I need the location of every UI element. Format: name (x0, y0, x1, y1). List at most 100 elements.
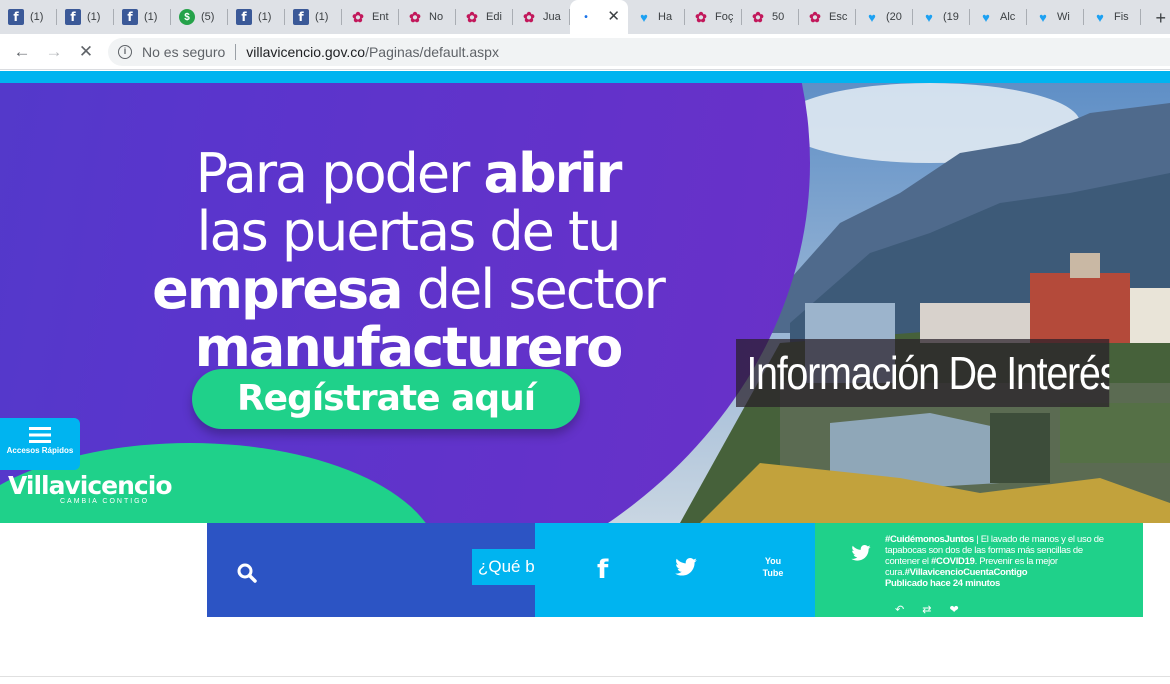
orchid-icon: ✿ (466, 8, 478, 25)
orchid-icon: ✿ (523, 8, 535, 25)
twitter-feed: #CuidémonosJuntos | El lavado de manos y… (815, 523, 1143, 617)
quick-access-button[interactable]: Accesos Rápidos (0, 418, 80, 470)
orchid-icon: ✿ (352, 8, 364, 25)
url-host: villavicencio.gov.co (246, 44, 366, 60)
browser-tab[interactable]: f (1) (285, 0, 342, 34)
headline-line1-bold: abrir (483, 142, 623, 205)
browser-toolbar: ← → ✕ i No es seguro villavicencio.gov.c… (0, 34, 1170, 70)
tab-title: No (429, 11, 444, 23)
browser-tab[interactable]: $ (5) (171, 0, 228, 34)
tab-title: Jua (543, 11, 561, 23)
orchid-icon: ✿ (409, 8, 421, 25)
whatsapp-icon: $ (179, 9, 195, 25)
retweet-icon[interactable]: ⇄ (922, 603, 931, 616)
browser-tab[interactable]: ♥ Ha (628, 0, 685, 34)
browser-tab[interactable]: ♥ (20 (856, 0, 913, 34)
close-tab-icon[interactable]: ✕ (607, 9, 620, 25)
browser-tab[interactable]: ♥ (19 (913, 0, 970, 34)
youtube-link[interactable]: You Tube (761, 555, 785, 579)
address-bar[interactable]: i No es seguro villavicencio.gov.co/Pagi… (108, 38, 1170, 66)
browser-tab[interactable]: ✿ Jua (513, 0, 570, 34)
headline-line1-light: Para poder (195, 142, 484, 205)
tweet-text: #CuidémonosJuntos | El lavado de manos y… (885, 534, 1115, 589)
tab-title: Esc (829, 11, 848, 23)
tab-title: (1) (315, 11, 329, 23)
menu-icon (29, 427, 51, 443)
browser-tab[interactable]: f (1) (114, 0, 171, 34)
forward-button[interactable]: → (38, 42, 70, 62)
villavicencio-logo[interactable]: Villavicencio CAMBIA CONTIGO (8, 471, 172, 505)
page-bottom-divider (0, 676, 1170, 677)
tab-title: (19 (943, 11, 959, 23)
tweet-hashtag[interactable]: #CuidémonosJuntos (885, 534, 974, 545)
browser-tab[interactable]: ✿ 50 (742, 0, 799, 34)
browser-tab[interactable]: • ✕ (570, 0, 628, 34)
tab-strip: f (1) f (1) f (1) $ (5) f (1) f (1) ✿ Ent ✿ No ✿ Edi ✿ Jua •… (0, 0, 1170, 34)
reply-icon[interactable]: ↶ (895, 603, 904, 616)
security-label[interactable]: No es seguro (142, 44, 225, 60)
tweet-hashtag-covid[interactable]: #COVID19 (931, 556, 975, 567)
tab-title: Ha (658, 11, 673, 23)
facebook-icon: f (236, 9, 252, 25)
browser-tab[interactable]: ✿ Esc (799, 0, 856, 34)
loading-icon: • (584, 11, 588, 23)
new-tab-button[interactable]: + (1155, 8, 1166, 29)
twitter-icon: ♥ (1096, 9, 1104, 25)
browser-tab[interactable]: f (1) (228, 0, 285, 34)
hero-banner[interactable]: Para poder abrir las puertas de tu empre… (0, 83, 1170, 523)
twitter-icon: ♥ (925, 9, 933, 25)
facebook-icon: f (293, 9, 309, 25)
facebook-icon: f (65, 9, 81, 25)
facebook-link[interactable]: f (597, 555, 608, 585)
twitter-icon (851, 545, 871, 561)
browser-tab[interactable]: ♥ Fis (1084, 0, 1141, 34)
url-text[interactable]: villavicencio.gov.co/Paginas/default.asp… (246, 44, 499, 60)
tab-title: (5) (201, 11, 215, 23)
info-banner[interactable]: Información De Interés (736, 339, 1110, 407)
tab-title: Alc (1000, 11, 1016, 23)
browser-tab[interactable]: ♥ Wi (1027, 0, 1084, 34)
stop-loading-button[interactable]: ✕ (70, 42, 102, 62)
tab-title: (1) (258, 11, 272, 23)
browser-tab[interactable]: ✿ Edi (456, 0, 513, 34)
search-panel (207, 523, 643, 617)
headline-line3-light: del sector (401, 258, 666, 321)
orchid-icon: ✿ (752, 8, 764, 25)
browser-tab[interactable]: ✿ No (399, 0, 456, 34)
tab-title: (1) (30, 11, 44, 23)
browser-tab[interactable]: ♥ Alc (970, 0, 1027, 34)
tab-title: Edi (486, 11, 502, 23)
hero-headline: Para poder abrir las puertas de tu empre… (98, 145, 718, 377)
browser-tab[interactable]: f (1) (57, 0, 114, 34)
browser-tab[interactable]: ✿ Ent (342, 0, 399, 34)
social-links: f You Tube (535, 523, 815, 617)
twitter-icon: ♥ (868, 9, 876, 25)
twitter-icon: ♥ (1039, 9, 1047, 25)
tab-title: Ent (372, 11, 389, 23)
tab-title: 50 (772, 11, 785, 23)
tab-title: Foç (715, 11, 734, 23)
tab-title: (1) (87, 11, 101, 23)
quick-access-label: Accesos Rápidos (6, 446, 74, 455)
browser-tab[interactable]: f (1) (0, 0, 57, 34)
search-icon[interactable] (237, 563, 257, 583)
info-icon[interactable]: i (118, 45, 132, 59)
headline-line2: las puertas de tu (196, 200, 622, 263)
tab-title: (20 (886, 11, 902, 23)
tab-title: Wi (1057, 11, 1070, 23)
register-button[interactable]: Regístrate aquí (192, 369, 580, 429)
omnibox-divider (235, 44, 237, 60)
logo-name: Villavicencio (8, 471, 172, 500)
back-button[interactable]: ← (6, 42, 38, 62)
twitter-icon: ♥ (982, 9, 990, 25)
twitter-link-icon[interactable] (675, 558, 697, 576)
facebook-icon: f (8, 9, 24, 25)
headline-line3-bold: empresa (152, 258, 403, 321)
orchid-icon: ✿ (695, 8, 707, 25)
site-top-bar (0, 71, 1170, 83)
tweet-published: Publicado hace 24 minutos (885, 578, 1000, 589)
tweet-hashtag-villavicencio[interactable]: #VillavicencioCuentaContigo (905, 567, 1028, 578)
tweet-actions: ↶ ⇄ ❤ (895, 603, 959, 616)
browser-tab[interactable]: ✿ Foç (685, 0, 742, 34)
heart-icon[interactable]: ❤ (949, 603, 958, 616)
